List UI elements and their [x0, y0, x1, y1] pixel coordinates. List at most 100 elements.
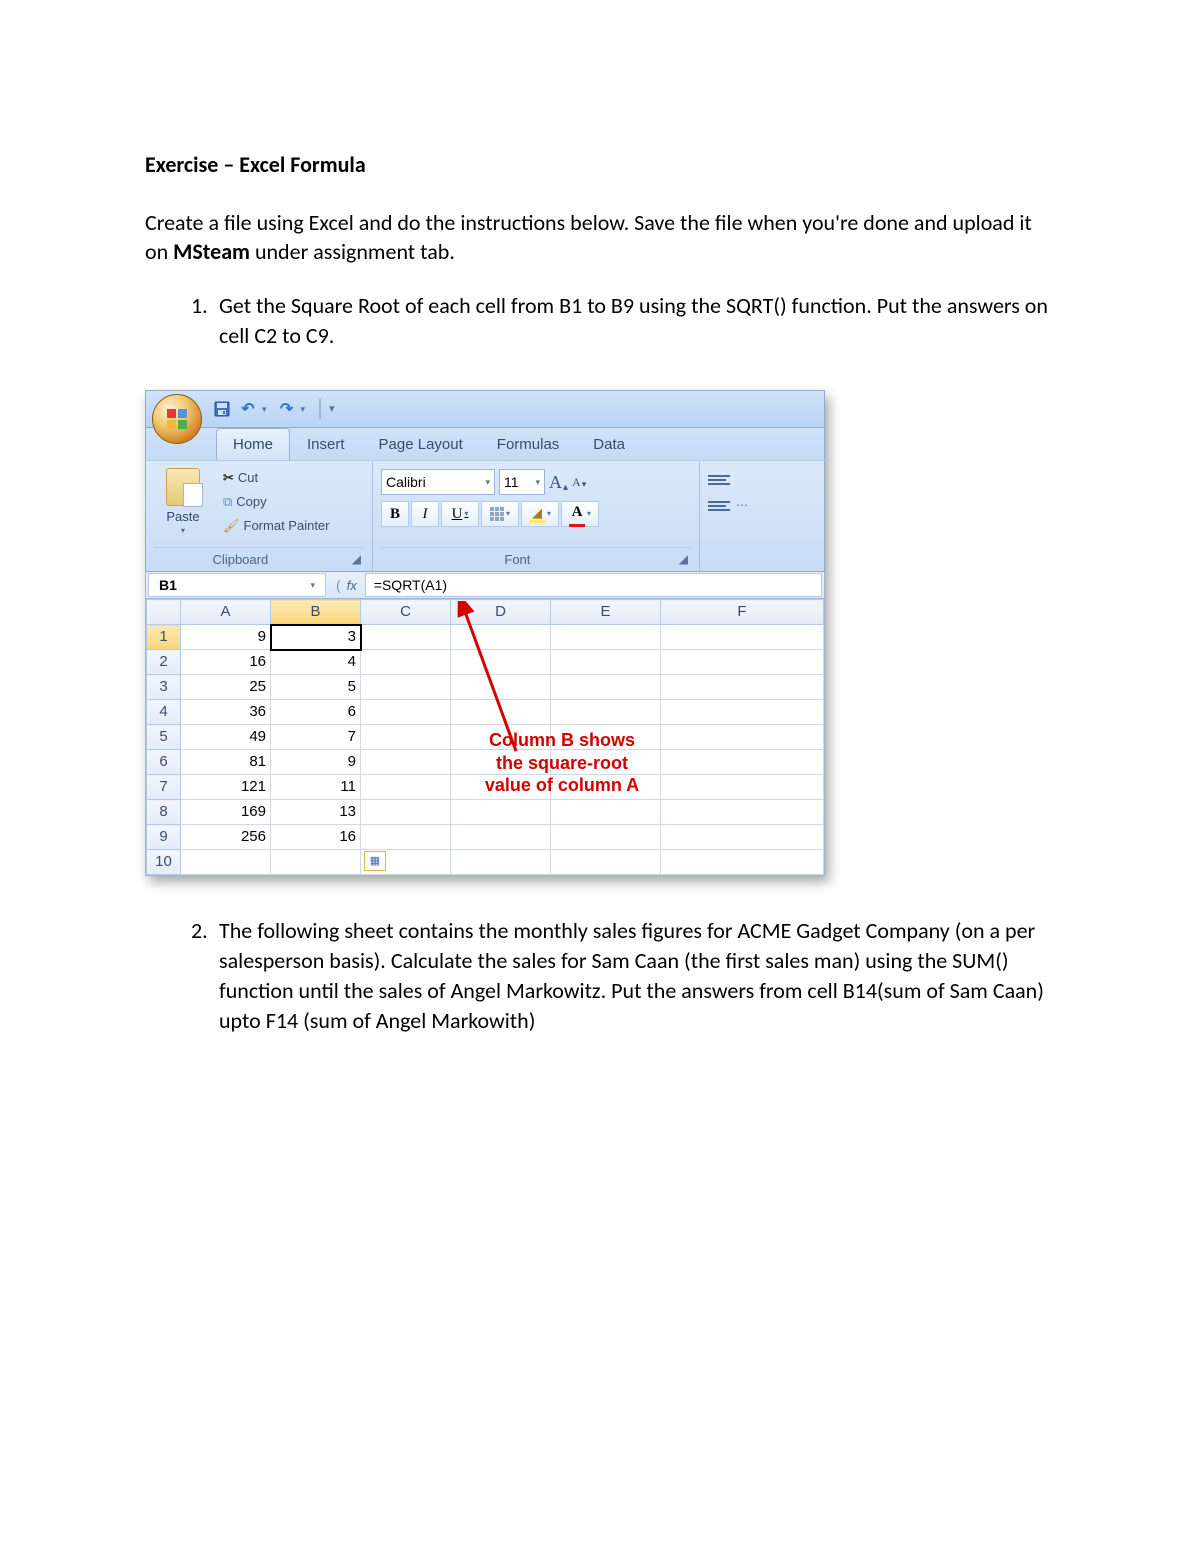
cell-C1[interactable] — [361, 625, 451, 650]
cell-F1[interactable] — [661, 625, 824, 650]
bold-button[interactable]: B — [381, 501, 409, 527]
clipboard-dialog-launcher-icon[interactable]: ◢ — [349, 550, 364, 568]
worksheet-grid[interactable]: A B C D E F 1 9 3 2 16 — [145, 599, 825, 876]
cell-C9[interactable] — [361, 825, 451, 850]
border-dropdown-icon[interactable]: ▾ — [506, 509, 510, 520]
select-all-corner[interactable] — [147, 600, 181, 625]
shrink-font-button[interactable]: A▾ — [572, 474, 586, 490]
cell-E4[interactable] — [551, 700, 661, 725]
tab-page-layout[interactable]: Page Layout — [362, 428, 480, 460]
cell-C3[interactable] — [361, 675, 451, 700]
cut-button[interactable]: ✂ Cut — [218, 467, 335, 489]
cell-D4[interactable] — [451, 700, 551, 725]
cell-A5[interactable]: 49 — [181, 725, 271, 750]
save-icon[interactable] — [212, 399, 232, 419]
col-B[interactable]: B — [271, 600, 361, 625]
cell-A8[interactable]: 169 — [181, 800, 271, 825]
cell-A7[interactable]: 121 — [181, 775, 271, 800]
col-C[interactable]: C — [361, 600, 451, 625]
cell-F7[interactable] — [661, 775, 824, 800]
rowhead-9[interactable]: 9 — [147, 825, 181, 850]
cell-F8[interactable] — [661, 800, 824, 825]
cell-D3[interactable] — [451, 675, 551, 700]
cell-E7[interactable] — [551, 775, 661, 800]
cancel-formula-icon[interactable]: ( — [336, 576, 341, 595]
col-F[interactable]: F — [661, 600, 824, 625]
cell-A4[interactable]: 36 — [181, 700, 271, 725]
cell-B10[interactable] — [271, 850, 361, 875]
align-middle-icon[interactable] — [708, 497, 730, 515]
tab-formulas[interactable]: Formulas — [480, 428, 577, 460]
col-E[interactable]: E — [551, 600, 661, 625]
rowhead-4[interactable]: 4 — [147, 700, 181, 725]
cell-F2[interactable] — [661, 650, 824, 675]
cell-F6[interactable] — [661, 750, 824, 775]
cell-B5[interactable]: 7 — [271, 725, 361, 750]
formula-input[interactable]: =SQRT(A1) — [365, 573, 822, 597]
rowhead-8[interactable]: 8 — [147, 800, 181, 825]
redo-icon[interactable]: ↷ — [277, 399, 297, 419]
rowhead-6[interactable]: 6 — [147, 750, 181, 775]
italic-button[interactable]: I — [411, 501, 439, 527]
cell-E8[interactable] — [551, 800, 661, 825]
cell-B6[interactable]: 9 — [271, 750, 361, 775]
undo-dropdown-icon[interactable]: ▾ — [262, 403, 267, 415]
rowhead-3[interactable]: 3 — [147, 675, 181, 700]
font-size-combo[interactable]: 11 ▾ — [499, 469, 545, 495]
paste-dropdown-icon[interactable]: ▾ — [181, 526, 185, 537]
redo-dropdown-icon[interactable]: ▾ — [301, 403, 306, 415]
border-button[interactable]: ▾ — [481, 501, 519, 527]
cell-E9[interactable] — [551, 825, 661, 850]
cell-B1[interactable]: 3 — [271, 625, 361, 650]
col-A[interactable]: A — [181, 600, 271, 625]
cell-D6[interactable] — [451, 750, 551, 775]
cell-C8[interactable] — [361, 800, 451, 825]
cell-C6[interactable] — [361, 750, 451, 775]
cell-E6[interactable] — [551, 750, 661, 775]
font-name-combo[interactable]: Calibri ▾ — [381, 469, 495, 495]
rowhead-1[interactable]: 1 — [147, 625, 181, 650]
cell-E2[interactable] — [551, 650, 661, 675]
cell-A6[interactable]: 81 — [181, 750, 271, 775]
rowhead-2[interactable]: 2 — [147, 650, 181, 675]
cell-E1[interactable] — [551, 625, 661, 650]
cell-D8[interactable] — [451, 800, 551, 825]
cell-A3[interactable]: 25 — [181, 675, 271, 700]
font-color-dropdown-icon[interactable]: ▾ — [587, 509, 591, 520]
cell-D1[interactable] — [451, 625, 551, 650]
col-D[interactable]: D — [451, 600, 551, 625]
cell-B4[interactable]: 6 — [271, 700, 361, 725]
cell-D2[interactable] — [451, 650, 551, 675]
cell-D9[interactable] — [451, 825, 551, 850]
cell-B9[interactable]: 16 — [271, 825, 361, 850]
font-name-dropdown-icon[interactable]: ▾ — [481, 476, 490, 488]
cell-A1[interactable]: 9 — [181, 625, 271, 650]
underline-button[interactable]: U▾ — [441, 501, 479, 527]
cell-E10[interactable] — [551, 850, 661, 875]
undo-icon[interactable]: ↶ — [238, 399, 258, 419]
cell-A10[interactable] — [181, 850, 271, 875]
fill-color-button[interactable]: ◢ ▾ — [521, 501, 559, 527]
paste-button[interactable]: Paste ▾ — [154, 465, 212, 547]
cell-F4[interactable] — [661, 700, 824, 725]
font-size-dropdown-icon[interactable]: ▾ — [531, 476, 540, 488]
align-top-icon[interactable] — [708, 471, 730, 489]
fill-dropdown-icon[interactable]: ▾ — [547, 509, 551, 520]
font-dialog-launcher-icon[interactable]: ◢ — [676, 550, 691, 568]
cell-D5[interactable] — [451, 725, 551, 750]
cell-C2[interactable] — [361, 650, 451, 675]
cell-F3[interactable] — [661, 675, 824, 700]
cell-F10[interactable] — [661, 850, 824, 875]
cell-B7[interactable]: 11 — [271, 775, 361, 800]
smart-tag-icon[interactable]: ▦ — [364, 851, 386, 871]
cell-E5[interactable] — [551, 725, 661, 750]
cell-E3[interactable] — [551, 675, 661, 700]
cell-F5[interactable] — [661, 725, 824, 750]
cell-A2[interactable]: 16 — [181, 650, 271, 675]
grow-font-button[interactable]: A▴ — [549, 470, 568, 494]
cell-F9[interactable] — [661, 825, 824, 850]
tab-home[interactable]: Home — [216, 428, 290, 460]
name-box-dropdown-icon[interactable]: ▾ — [310, 579, 315, 591]
format-painter-button[interactable]: 🖌 Format Painter — [218, 515, 335, 537]
fx-icon[interactable]: fx — [347, 577, 357, 595]
